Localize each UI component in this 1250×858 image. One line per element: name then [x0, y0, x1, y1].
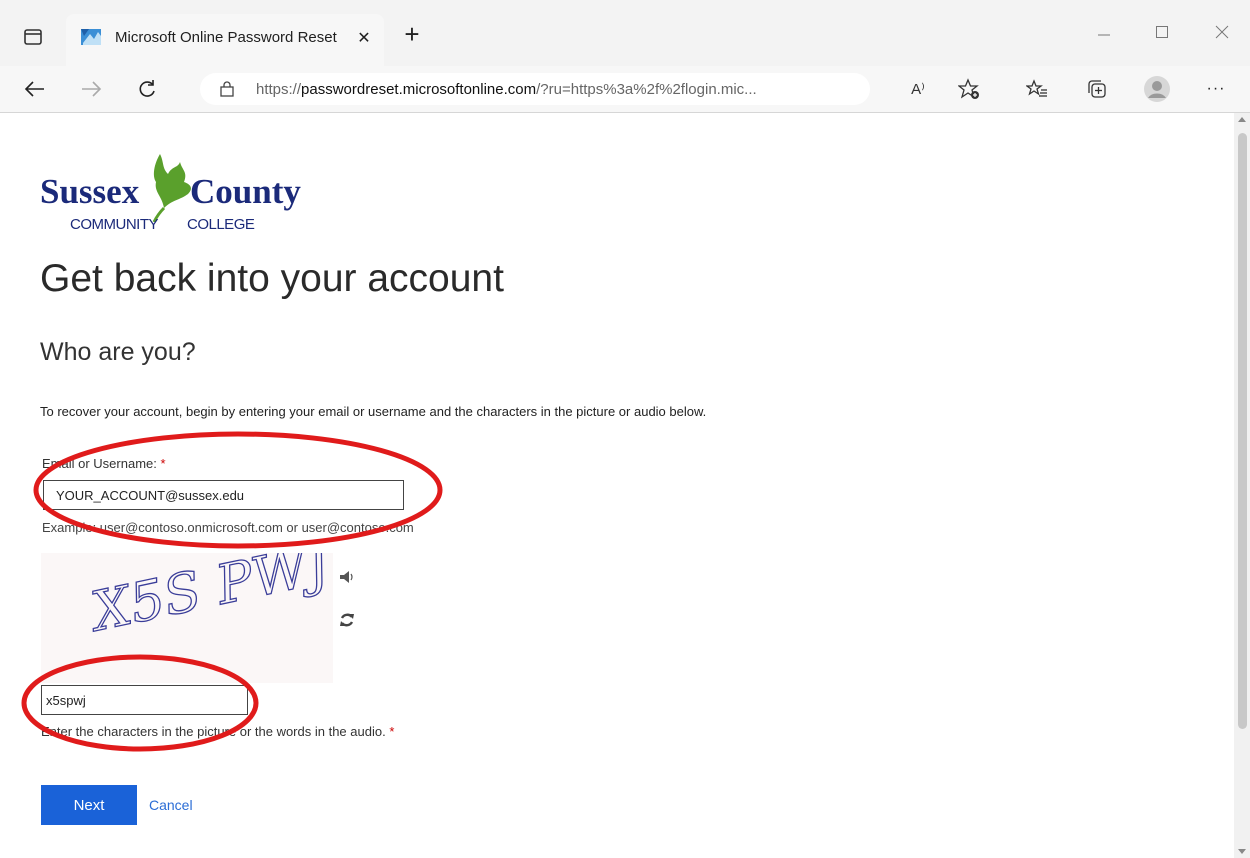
favorites-icon[interactable]	[1025, 78, 1049, 100]
refresh-icon[interactable]	[134, 77, 160, 101]
audio-captcha-icon[interactable]	[338, 568, 356, 586]
instructions-text: To recover your account, begin by enteri…	[40, 404, 707, 419]
tab-actions-icon[interactable]	[22, 26, 44, 48]
tab-title: Microsoft Online Password Reset	[115, 29, 337, 46]
email-label-text: Email or Username:	[42, 456, 157, 471]
site-info-icon[interactable]	[218, 80, 236, 98]
captcha-image-text: X5S PWJ	[82, 553, 333, 644]
window-close-icon[interactable]	[1212, 22, 1232, 42]
scroll-down-arrow-icon[interactable]	[1238, 849, 1246, 854]
add-favorite-icon[interactable]	[957, 78, 981, 100]
more-icon[interactable]: ···	[1204, 78, 1228, 100]
url-path: /?ru=https%3a%2f%2flogin.mic...	[536, 81, 757, 98]
captcha-note: Enter the characters in the picture or t…	[41, 724, 394, 739]
browser-tab[interactable]: Microsoft Online Password Reset ✕	[66, 14, 384, 66]
url-host: passwordreset.microsoftonline.com	[301, 81, 537, 98]
address-bar[interactable]: https://passwordreset.microsoftonline.co…	[200, 73, 925, 105]
captcha-input[interactable]	[41, 685, 248, 715]
read-aloud-icon[interactable]: A⁾	[906, 79, 930, 99]
example-hint: Example: user@contoso.onmicrosoft.com or…	[42, 520, 414, 535]
collections-icon[interactable]	[1085, 78, 1109, 100]
captcha-glyphs: X5S PWJ	[82, 530, 339, 644]
forward-icon	[78, 77, 104, 101]
scroll-up-arrow-icon[interactable]	[1238, 117, 1246, 122]
logo-word-sussex: Sussex	[40, 172, 140, 211]
section-heading: Who are you?	[40, 338, 196, 366]
captcha-note-text: Enter the characters in the picture or t…	[41, 724, 386, 739]
refresh-captcha-icon[interactable]	[338, 611, 356, 629]
leaf-icon	[152, 154, 191, 222]
required-mark: *	[160, 456, 166, 471]
tab-close-icon[interactable]: ✕	[354, 28, 374, 48]
cancel-link[interactable]: Cancel	[149, 797, 193, 813]
next-button[interactable]: Next	[41, 785, 137, 825]
captcha-required-mark: *	[389, 724, 395, 739]
read-aloud-label: A⁾	[911, 81, 925, 98]
logo-word-college: COLLEGE	[187, 216, 255, 233]
url-scheme: https://	[256, 81, 302, 98]
minimize-icon[interactable]	[1094, 22, 1114, 42]
logo-word-county: County	[190, 172, 301, 211]
page-title: Get back into your account	[40, 257, 504, 300]
vertical-scrollbar[interactable]	[1234, 113, 1250, 858]
email-label: Email or Username: *	[42, 456, 166, 471]
scrollbar-thumb[interactable]	[1238, 133, 1247, 729]
captcha-image: X5S PWJ	[41, 530, 339, 683]
back-icon[interactable]	[22, 77, 48, 101]
maximize-icon[interactable]	[1152, 22, 1172, 42]
new-tab-icon[interactable]: +	[400, 19, 424, 49]
profile-icon[interactable]	[1142, 74, 1172, 104]
microsoft-favicon	[80, 26, 102, 48]
logo-word-community: COMMUNITY	[70, 216, 159, 233]
tab-strip: Microsoft Online Password Reset ✕ +	[0, 0, 1250, 66]
browser-toolbar: https://passwordreset.microsoftonline.co…	[0, 66, 1250, 113]
email-input[interactable]	[43, 480, 404, 510]
college-logo: Sussex County COMMUNITY COLLEGE	[40, 152, 330, 238]
url-text: https://passwordreset.microsoftonline.co…	[256, 81, 757, 98]
